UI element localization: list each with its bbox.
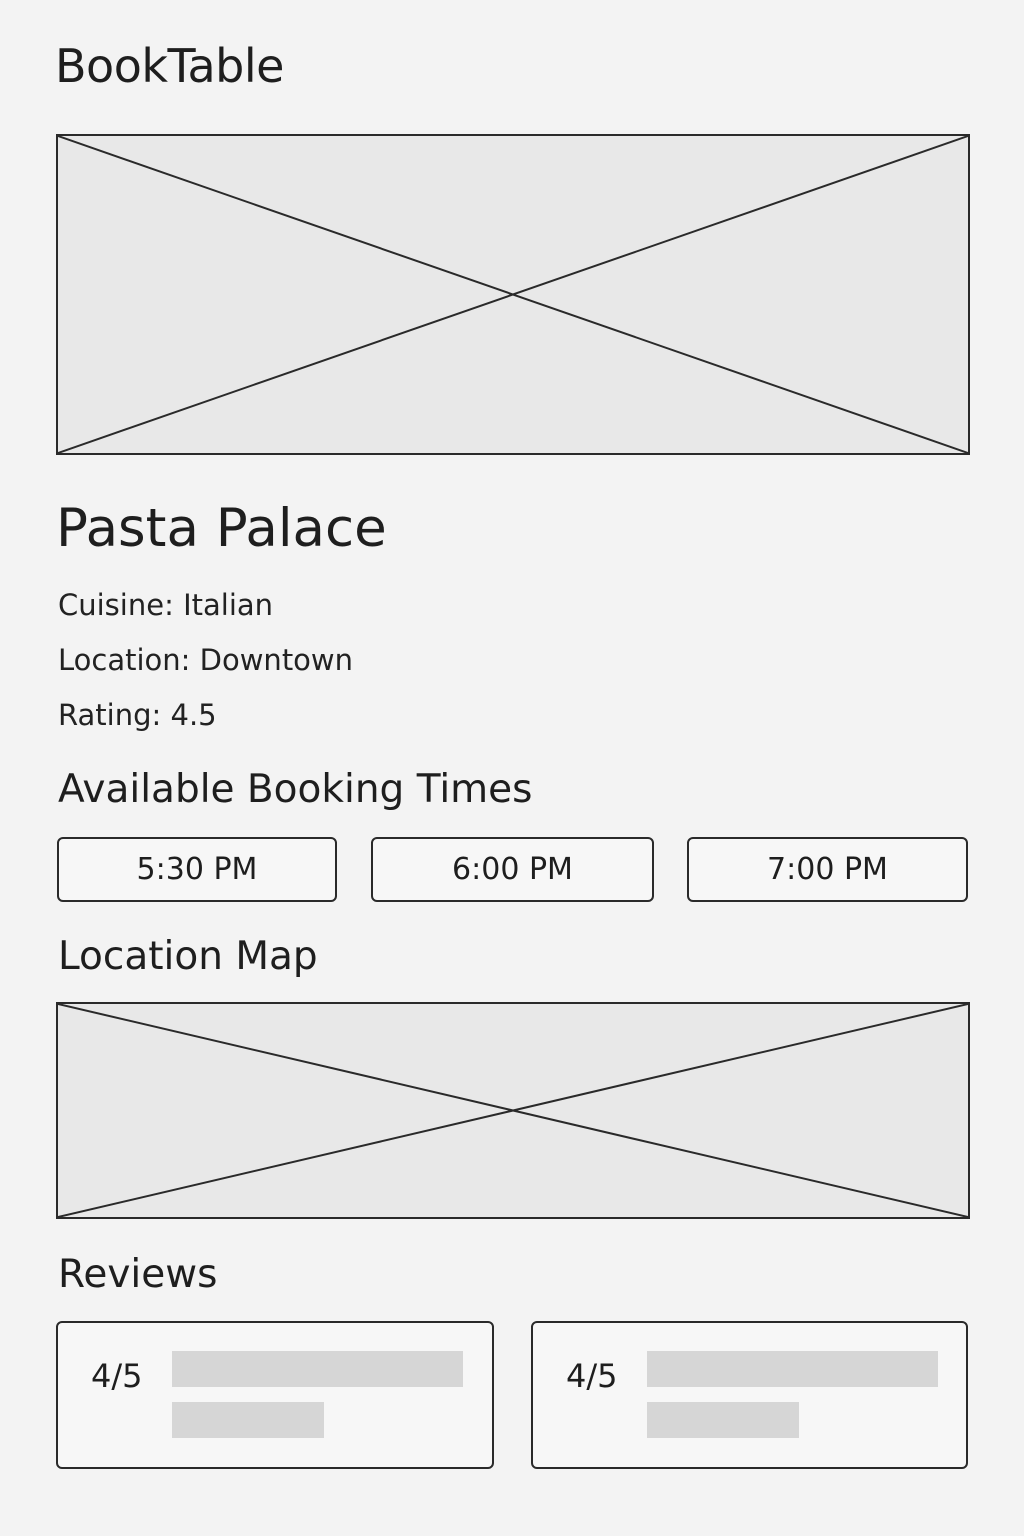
time-slot-button[interactable]: 5:30 PM: [57, 837, 337, 902]
time-slot-button[interactable]: 6:00 PM: [371, 837, 654, 902]
review-text-placeholder: [647, 1402, 799, 1438]
restaurant-cuisine: Cuisine: Italian: [58, 588, 274, 622]
image-placeholder-icon: [58, 136, 968, 453]
location-map-placeholder[interactable]: [56, 1002, 970, 1219]
review-card[interactable]: 4/5: [531, 1321, 968, 1469]
restaurant-rating: Rating: 4.5: [58, 698, 217, 732]
review-score: 4/5: [91, 1357, 143, 1395]
restaurant-image-placeholder: [56, 134, 970, 455]
restaurant-name: Pasta Palace: [56, 498, 387, 559]
review-card[interactable]: 4/5: [56, 1321, 494, 1469]
time-slot-button[interactable]: 7:00 PM: [687, 837, 968, 902]
reviews-heading: Reviews: [58, 1252, 218, 1297]
review-score: 4/5: [566, 1357, 618, 1395]
booking-times-heading: Available Booking Times: [58, 767, 533, 812]
location-map-heading: Location Map: [58, 934, 318, 979]
app-title: BookTable: [55, 39, 284, 93]
restaurant-location: Location: Downtown: [58, 643, 354, 677]
map-placeholder-icon: [58, 1004, 968, 1217]
review-text-placeholder: [172, 1351, 463, 1387]
review-text-placeholder: [647, 1351, 938, 1387]
review-text-placeholder: [172, 1402, 324, 1438]
